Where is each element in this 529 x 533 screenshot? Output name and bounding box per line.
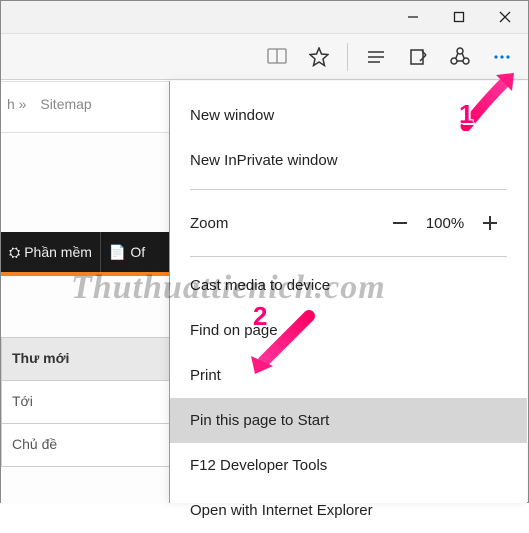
nav-item-phanmem[interactable]: ⛭ Phần mềm (1, 232, 100, 272)
menu-f12[interactable]: F12 Developer Tools (170, 443, 527, 488)
menu-cast[interactable]: Cast media to device (170, 263, 527, 308)
sitemap-link[interactable]: Sitemap (40, 96, 91, 112)
page-breadcrumb-bar: h » Sitemap (1, 81, 171, 133)
breadcrumb-text: h » (7, 96, 26, 112)
page-nav-bar: ⛭ Phần mềm 📄 Of (1, 232, 171, 276)
settings-menu: New window New InPrivate window Zoom 100… (169, 81, 527, 503)
doc-icon: 📄 (109, 244, 126, 261)
menu-open-ie[interactable]: Open with Internet Explorer (170, 488, 527, 533)
toolbar-separator (347, 43, 348, 71)
annotation-number-2: 2 (253, 301, 267, 332)
menu-zoom-row: Zoom 100% (170, 196, 527, 250)
menu-divider (190, 256, 507, 257)
window-titlebar (1, 1, 528, 34)
menu-print[interactable]: Print (170, 353, 527, 398)
reading-view-icon[interactable] (257, 37, 297, 77)
browser-toolbar (1, 34, 528, 80)
menu-find[interactable]: Find on page (170, 308, 527, 353)
zoom-out-button[interactable] (383, 206, 417, 240)
web-page-content: h » Sitemap ⛭ Phần mềm 📄 Of Thư mới Tới … (1, 81, 171, 504)
tab-chu-de[interactable]: Chủ đề (1, 423, 171, 467)
zoom-in-button[interactable] (473, 206, 507, 240)
webnote-icon[interactable] (398, 37, 438, 77)
page-side-tabs: Thư mới Tới Chủ đề (1, 337, 171, 467)
close-button[interactable] (482, 1, 528, 34)
zoom-label: Zoom (190, 215, 383, 232)
annotation-number-1: 1 (459, 99, 473, 130)
nav-item-office[interactable]: 📄 Of (100, 232, 153, 272)
tab-thu-moi[interactable]: Thư mới (1, 337, 171, 381)
menu-pin-to-start[interactable]: Pin this page to Start (170, 398, 527, 443)
hub-icon[interactable] (356, 37, 396, 77)
maximize-button[interactable] (436, 1, 482, 34)
zoom-value: 100% (417, 215, 473, 232)
menu-new-inprivate[interactable]: New InPrivate window (170, 138, 527, 183)
minimize-button[interactable] (390, 1, 436, 34)
nav-label: Of (130, 244, 145, 260)
gear-icon: ⛭ (9, 244, 20, 261)
menu-divider (190, 189, 507, 190)
favorite-star-icon[interactable] (299, 37, 339, 77)
nav-label: Phần mềm (24, 244, 92, 260)
tab-toi[interactable]: Tới (1, 380, 171, 424)
